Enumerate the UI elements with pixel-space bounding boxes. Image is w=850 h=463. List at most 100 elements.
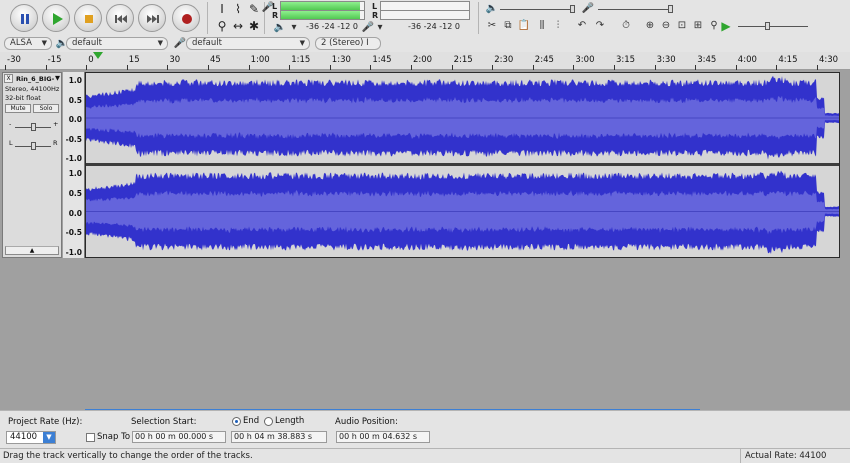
envelope-tool-icon[interactable]: ⌇ — [231, 2, 245, 16]
gain-plus-label: + — [53, 120, 59, 128]
ruler-tick-label: 2:00 — [413, 55, 433, 65]
chevron-down-icon[interactable]: ▼ — [43, 432, 55, 443]
ruler-tick-label: 4:15 — [778, 55, 798, 65]
ruler-tick-label: 15 — [128, 55, 140, 65]
project-rate-input[interactable]: 44100 ▼ — [6, 431, 56, 444]
play-meter-left-label: L — [372, 2, 378, 11]
pan-slider[interactable] — [31, 142, 36, 150]
end-radio[interactable] — [232, 417, 241, 426]
copy-icon[interactable]: ⧉ — [500, 19, 516, 33]
stop-icon — [85, 15, 93, 23]
right-channel-waveform[interactable] — [86, 166, 839, 257]
cut-icon[interactable]: ✂ — [484, 19, 500, 33]
stop-button[interactable] — [74, 4, 102, 32]
input-device-select[interactable]: default ▼ — [186, 37, 310, 50]
selection-start-label: Selection Start: — [131, 417, 197, 427]
ruler-tick-label: 3:00 — [575, 55, 595, 65]
play-meter-scale: -36 -24 -12 0 — [408, 22, 460, 31]
amplitude-ruler[interactable]: 1.0 0.5 0.0 -0.5 -1.0 1.0 0.5 0.0 -0.5 -1.0 — [63, 72, 85, 258]
input-channels-value: 2 (Stereo) I — [321, 38, 369, 48]
selection-end-value: 00 h 04 m 38.883 s — [234, 432, 313, 441]
playback-volume-track — [500, 9, 575, 10]
play-meter-right[interactable] — [380, 10, 470, 20]
snap-to-label: Snap To — [97, 432, 131, 442]
sync-lock-icon[interactable]: ⏱ — [618, 19, 634, 33]
record-meter-scale: -36 -24 -12 0 — [306, 22, 358, 31]
draw-tool-icon[interactable]: ✎ — [247, 2, 261, 16]
zoom-in-icon[interactable]: ⊕ — [642, 19, 658, 33]
redo-icon[interactable]: ↷ — [592, 19, 608, 33]
mute-button[interactable]: Mute — [5, 104, 31, 113]
amplitude-label: -1.0 — [65, 248, 82, 257]
pan-right-label: R — [53, 139, 58, 147]
skip-end-button[interactable] — [138, 4, 166, 32]
play-icon — [53, 13, 63, 25]
ruler-tick-label: 4:00 — [737, 55, 757, 65]
amplitude-label: 0.5 — [68, 188, 82, 198]
record-meter-left-fill — [281, 2, 360, 10]
left-channel-waveform[interactable] — [86, 73, 839, 163]
actual-rate: Actual Rate: 44100 — [740, 449, 850, 463]
waveform-area[interactable] — [85, 72, 840, 258]
record-meter-right-fill — [281, 11, 360, 19]
fit-selection-icon[interactable]: ⊡ — [674, 19, 690, 33]
project-rate-label: Project Rate (Hz): — [8, 417, 83, 427]
chevron-down-icon[interactable]: ▾ — [372, 21, 388, 35]
input-channels-select[interactable]: 2 (Stereo) I — [315, 37, 381, 50]
amplitude-label: 0.0 — [68, 115, 82, 124]
track-name-menu[interactable]: Rin_6_BIG- — [16, 75, 54, 83]
audio-host-value: ALSA — [10, 38, 32, 48]
output-device-value: default — [72, 38, 102, 48]
pause-button[interactable] — [10, 4, 38, 32]
audio-host-select[interactable]: ALSA ▼ — [4, 37, 52, 50]
length-radio[interactable] — [264, 417, 273, 426]
chevron-down-icon[interactable]: ▾ — [286, 21, 302, 35]
silence-icon[interactable]: ⫶ — [550, 19, 566, 33]
device-toolbar: ALSA ▼ 🔈 default ▼ 🎤 default ▼ 2 (Stereo) I — [0, 36, 850, 52]
selection-start-input[interactable]: 00 h 00 m 00.000 s — [132, 431, 226, 443]
chevron-down-icon[interactable]: ▼ — [55, 74, 60, 82]
zoom-tool-icon[interactable]: ⚲ — [215, 19, 229, 33]
solo-button[interactable]: Solo — [33, 104, 59, 113]
gain-slider[interactable] — [31, 123, 36, 131]
play-button[interactable] — [42, 4, 70, 32]
output-device-select[interactable]: default ▼ — [66, 37, 168, 50]
record-meter-left-label: L — [272, 2, 278, 11]
selection-tool-icon[interactable]: I — [215, 2, 229, 16]
snap-to-checkbox[interactable] — [86, 433, 95, 442]
paste-icon[interactable]: 📋 — [516, 19, 532, 33]
play-head-icon[interactable] — [93, 52, 103, 60]
record-meter-right[interactable] — [280, 10, 365, 20]
skip-start-button[interactable] — [106, 4, 134, 32]
ruler-tick-label: 3:15 — [616, 55, 636, 65]
ruler-tick-label: 0 — [88, 55, 94, 65]
recording-volume-slider[interactable] — [668, 5, 673, 13]
ruler-tick-label: 45 — [210, 55, 221, 65]
playback-volume-slider[interactable] — [570, 5, 575, 13]
track-bitdepth-info: 32-bit float — [5, 94, 41, 102]
zoom-out-icon[interactable]: ⊖ — [658, 19, 674, 33]
ruler-tick-label: 1:00 — [250, 55, 270, 65]
track-control-panel[interactable]: X Rin_6_BIG- ▼ Stereo, 44100Hz 32-bit fl… — [2, 72, 62, 258]
collapse-track-button[interactable]: ▲ — [5, 246, 59, 255]
fit-project-icon[interactable]: ⊞ — [690, 19, 706, 33]
undo-icon[interactable]: ↶ — [574, 19, 590, 33]
ruler-tick-label: 3:45 — [697, 55, 717, 65]
play-speed-slider[interactable] — [765, 22, 770, 30]
trim-icon[interactable]: ⫼ — [534, 19, 550, 33]
audio-position-input[interactable]: 00 h 00 m 04.632 s — [336, 431, 430, 443]
amplitude-label: 1.0 — [68, 76, 82, 85]
track-close-button[interactable]: X — [4, 74, 13, 83]
record-button[interactable] — [172, 4, 200, 32]
ruler-tick-label: 30 — [169, 55, 181, 65]
multi-tool-icon[interactable]: ✱ — [247, 19, 261, 33]
skip-end-icon — [147, 15, 159, 23]
selection-start-value: 00 h 00 m 00.000 s — [135, 432, 214, 441]
status-message: Drag the track vertically to change the … — [3, 451, 253, 461]
project-rate-value: 44100 — [10, 432, 38, 442]
timeline-ruler[interactable]: -30 -15 0 15 30 45 1:00 1:15 1:30 1:45 2:00 2:15 2:3… — [0, 52, 850, 70]
timeshift-tool-icon[interactable]: ↔ — [231, 19, 245, 33]
play-at-speed-icon[interactable]: ▶ — [718, 19, 734, 33]
ruler-tick-label: 4:30 — [819, 55, 839, 65]
selection-end-input[interactable]: 00 h 04 m 38.883 s — [231, 431, 327, 443]
